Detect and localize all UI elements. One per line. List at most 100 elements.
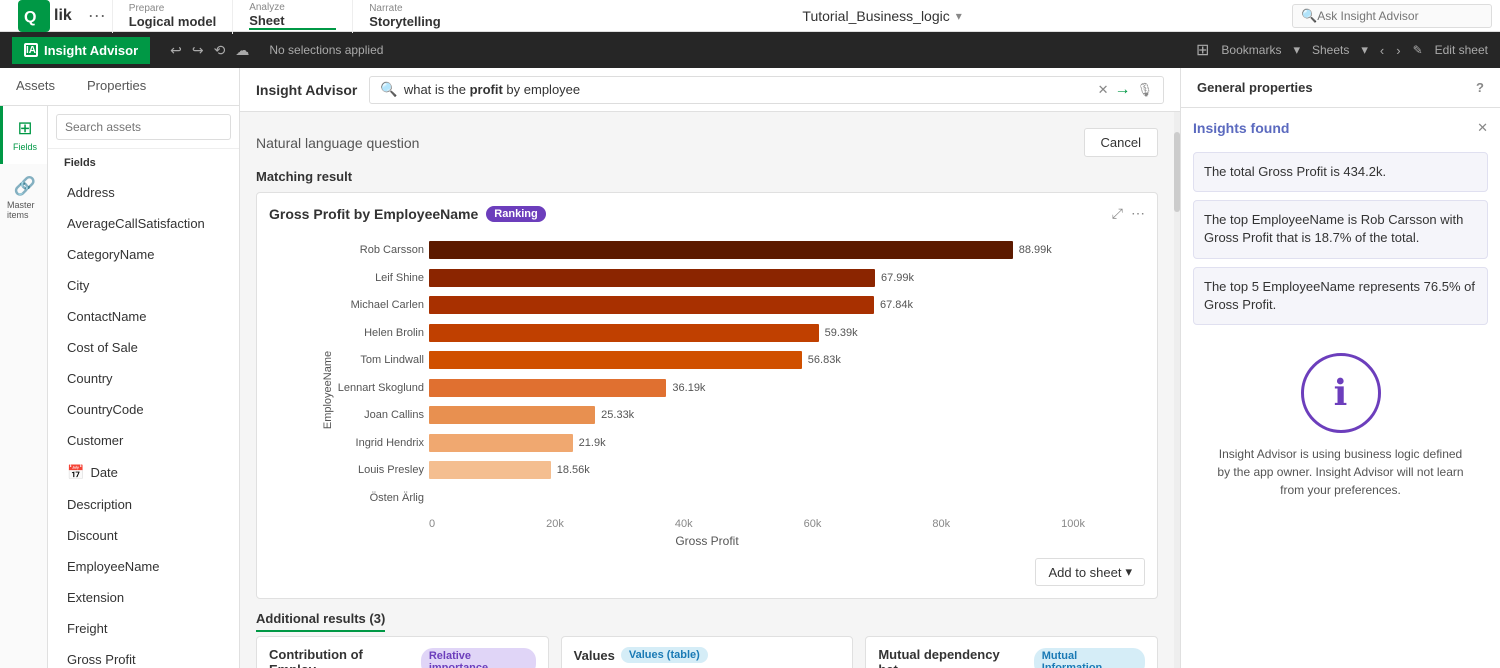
x-axis: 020k40k60k80k100k — [429, 518, 1085, 530]
bar-row-1: Leif Shine 67.99k — [429, 267, 1085, 289]
field-item-discount[interactable]: Discount — [48, 520, 239, 551]
bar-row-0: Rob Carsson 88.99k — [429, 239, 1085, 261]
sidebar-item-master[interactable]: 🔗 Master items — [0, 164, 47, 232]
help-icon[interactable]: ? — [1476, 80, 1484, 95]
chart-title-text: Gross Profit by EmployeeName — [269, 206, 478, 222]
field-item-countrycode[interactable]: CountryCode — [48, 394, 239, 425]
mic-icon[interactable]: 🎙 — [1136, 82, 1153, 98]
main-chart-card: Gross Profit by EmployeeName Ranking ⤢ ⋯… — [256, 192, 1158, 599]
field-item-category[interactable]: CategoryName — [48, 239, 239, 270]
x-axis-label: 80k — [932, 518, 950, 530]
additional-results-header: Additional results (3) — [256, 611, 1158, 626]
mini-card-contribution: Contribution of Employ... Relative impor… — [256, 636, 549, 668]
bar-value-0: 88.99k — [1019, 244, 1052, 256]
insight-text-1: The total Gross Profit is 434.2k. — [1204, 164, 1386, 179]
field-item-avgcall[interactable]: AverageCallSatisfaction — [48, 208, 239, 239]
tab-assets[interactable]: Assets — [0, 68, 71, 105]
toolbar: IA Insight Advisor ↩ ↪ ⟲ ☁ No selections… — [0, 32, 1500, 68]
fields-icon: ⊞ — [17, 118, 32, 139]
fields-search — [48, 106, 239, 149]
fields-search-input[interactable] — [56, 114, 231, 140]
nav-analyze[interactable]: Analyze Sheet — [232, 0, 352, 34]
toolbar-icon-1[interactable]: ↩ — [170, 42, 182, 59]
expand-icon[interactable]: ⤢ — [1112, 205, 1123, 222]
nav-center: Tutorial_Business_logic ▾ — [472, 8, 1292, 24]
x-axis-label: 40k — [675, 518, 693, 530]
grid-icon[interactable]: ⊞ — [1196, 40, 1209, 60]
search-icon: 🔍 — [380, 81, 397, 98]
nav-more-button[interactable]: ··· — [82, 5, 112, 26]
toolbar-icon-2[interactable]: ↪ — [192, 42, 204, 59]
field-name-customer: Customer — [67, 433, 123, 448]
content-area: Assets Properties ⊞ Fields 🔗 Master item… — [0, 68, 1500, 668]
bar-chart: EmployeeName Rob Carsson 88.99k Leif Shi… — [269, 230, 1145, 550]
cancel-button[interactable]: Cancel — [1084, 128, 1158, 157]
nav-prepare[interactable]: Prepare Logical model — [112, 0, 232, 33]
bar-label-0: Rob Carsson — [274, 244, 424, 256]
nav-analyze-label: Analyze — [249, 2, 336, 13]
info-icon: ℹ — [1334, 372, 1348, 414]
bar-row-6: Joan Callins 25.33k — [429, 404, 1085, 426]
field-name-address: Address — [67, 185, 115, 200]
nav-search-input[interactable] — [1317, 9, 1483, 23]
master-items-icon: 🔗 — [14, 176, 36, 197]
field-item-country[interactable]: Country — [48, 363, 239, 394]
sidebar-master-label: Master items — [7, 200, 43, 220]
toolbar-icon-3[interactable]: ⟲ — [214, 42, 226, 59]
edit-sheet-button[interactable]: Edit sheet — [1435, 43, 1488, 57]
add-to-sheet-button[interactable]: Add to sheet ▾ — [1035, 558, 1145, 586]
field-name-costofsale: Cost of Sale — [67, 340, 138, 355]
edit-icon[interactable]: ✎ — [1413, 43, 1423, 57]
field-item-contact[interactable]: ContactName — [48, 301, 239, 332]
values-badge: Values (table) — [621, 647, 708, 663]
field-item-employee[interactable]: EmployeeName — [48, 551, 239, 582]
clear-icon[interactable]: ✕ — [1098, 82, 1109, 98]
app-chevron-icon[interactable]: ▾ — [956, 9, 962, 23]
field-item-address[interactable]: Address — [48, 177, 239, 208]
insight-advisor-title: Insight Advisor — [256, 82, 357, 98]
add-to-sheet-chevron-icon: ▾ — [1125, 564, 1132, 580]
field-name-avgcall: AverageCallSatisfaction — [67, 216, 205, 231]
nav-narrate[interactable]: Narrate Storytelling — [352, 0, 472, 33]
bar-label-4: Tom Lindwall — [274, 354, 424, 366]
sheets-chevron-icon[interactable]: ▾ — [1361, 42, 1368, 58]
field-name-freight: Freight — [67, 621, 107, 636]
field-name-countrycode: CountryCode — [67, 402, 144, 417]
bar-label-9: Östen Ärlig — [274, 492, 424, 504]
field-item-date[interactable]: 📅 Date — [48, 456, 239, 489]
toolbar-icon-4[interactable]: ☁ — [235, 42, 249, 59]
bar-row-7: Ingrid Hendrix 21.9k — [429, 432, 1085, 454]
bookmarks-chevron-icon[interactable]: ▾ — [1293, 42, 1300, 58]
tab-assets-label: Assets — [16, 78, 55, 93]
field-item-city[interactable]: City — [48, 270, 239, 301]
field-item-grossprofit[interactable]: Gross Profit — [48, 644, 239, 668]
sidebar-fields-label: Fields — [13, 142, 37, 152]
search-highlight: profit — [470, 82, 503, 97]
mini-card-mutual: Mutual dependency bet... Mutual Informat… — [865, 636, 1158, 668]
insight-advisor-brand[interactable]: IA Insight Advisor — [12, 37, 150, 64]
field-item-description[interactable]: Description — [48, 489, 239, 520]
insight-card-1: The total Gross Profit is 434.2k. — [1193, 152, 1488, 192]
mini-card-mutual-text: Mutual dependency bet... — [878, 647, 1027, 668]
nav-search-box[interactable]: 🔍 — [1292, 4, 1492, 28]
next-sheet-icon[interactable]: › — [1396, 43, 1400, 58]
field-item-freight[interactable]: Freight — [48, 613, 239, 644]
field-item-customer[interactable]: Customer — [48, 425, 239, 456]
mini-card-values-title: Values Values (table) — [574, 647, 841, 663]
field-item-extension[interactable]: Extension — [48, 582, 239, 613]
sidebar-item-fields[interactable]: ⊞ Fields — [0, 106, 47, 164]
field-item-costofsale[interactable]: Cost of Sale — [48, 332, 239, 363]
bar-label-7: Ingrid Hendrix — [274, 437, 424, 449]
nav-narrate-label: Narrate — [369, 3, 456, 14]
prev-sheet-icon[interactable]: ‹ — [1380, 43, 1384, 58]
tab-properties[interactable]: Properties — [71, 68, 162, 105]
matching-result-label: Matching result — [256, 169, 1158, 184]
close-insights-icon[interactable]: ✕ — [1477, 120, 1488, 136]
sheets-button[interactable]: Sheets — [1312, 43, 1349, 57]
submit-arrow-icon[interactable]: → — [1114, 81, 1130, 99]
bar-row-4: Tom Lindwall 56.83k — [429, 349, 1085, 371]
search-bar[interactable]: 🔍 what is the profit by employee ✕ → 🎙 — [369, 76, 1164, 104]
left-sidebar: ⊞ Fields 🔗 Master items — [0, 106, 48, 668]
bookmarks-button[interactable]: Bookmarks — [1221, 43, 1281, 57]
chart-more-icon[interactable]: ⋯ — [1131, 205, 1145, 222]
